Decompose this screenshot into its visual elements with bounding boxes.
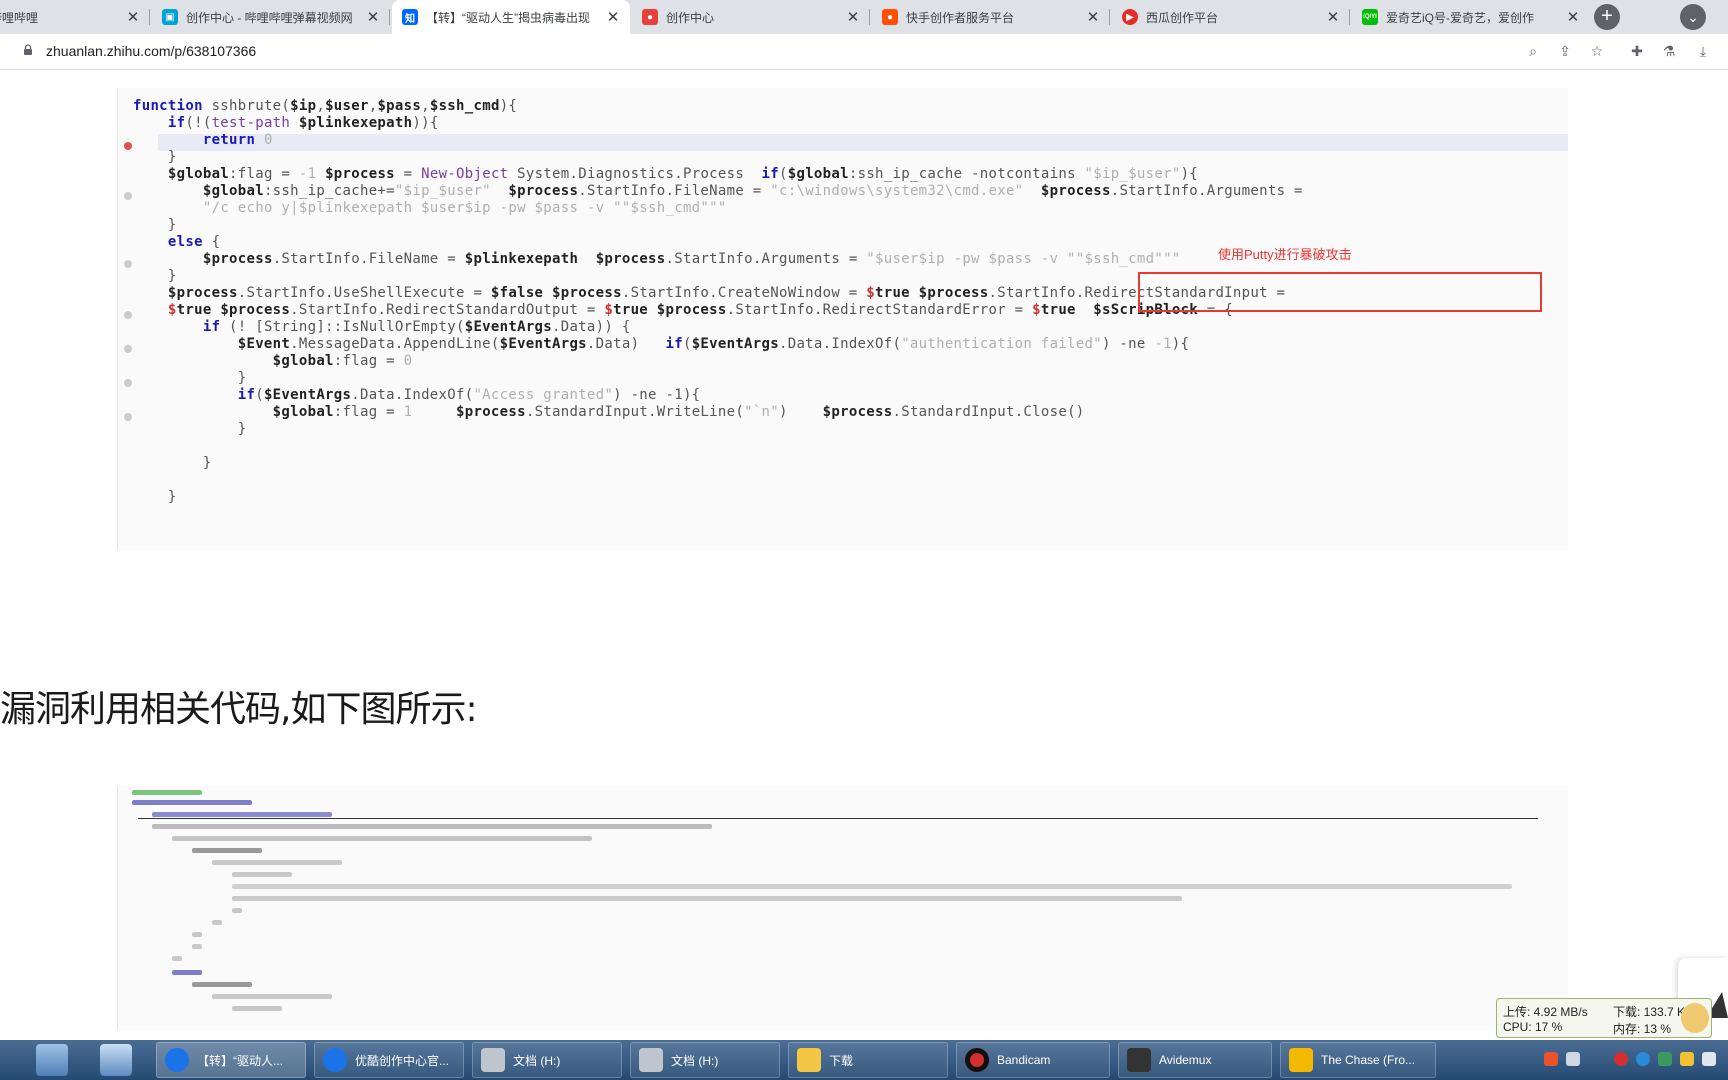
tab-youku-creator[interactable]: ● 创作中心 ✕ [632,0,870,34]
iqiyi-icon: iQIYI [1362,9,1378,25]
taskbar-button-label: Avidemux [1159,1053,1212,1067]
taskbar-button-avidemux[interactable]: Avidemux [1118,1042,1272,1078]
code-annotation-label: 使用Putty进行暴破攻击 [1218,247,1352,262]
kuaishou-icon: ● [882,9,898,25]
taskbar-button-label: 文档 (H:) [513,1053,561,1068]
taskbar-button-chrome-zhihu[interactable]: 【转】“驱动人... [156,1042,306,1078]
taskbar-button-label: 优酷创作中心官... [355,1053,450,1068]
memory-usage: 内存: 13 % [1613,1022,1672,1036]
tab-title: 哔哩哔哩 [0,10,39,25]
taskbar-button-explorer-h2[interactable]: 文档 (H:) [630,1042,780,1078]
tab-title: 西瓜创作平台 [1146,10,1219,25]
signal-icon[interactable] [1702,1052,1716,1066]
close-icon[interactable]: ✕ [1086,8,1100,26]
record-tray-icon[interactable] [1614,1052,1628,1066]
tab-bilibili-creator[interactable]: ▣ 创作中心 - 哔哩哔哩弹幕视频网 ✕ [152,0,390,34]
network-computer-icon[interactable] [100,1044,132,1076]
address-bar: zhuanlan.zhihu.com/p/638107366 ⌕ ⇪ ☆ ✚ ⚗… [0,34,1728,70]
taskbar-button-label: 文档 (H:) [671,1053,719,1068]
tab-zhihu-article[interactable]: 知 【转】“驱动人生”揭虫病毒出现 ✕ [392,0,630,34]
url-field[interactable]: zhuanlan.zhihu.com/p/638107366 [46,43,256,59]
mascot-icon [1681,1003,1709,1033]
antivirus-icon[interactable] [1680,1052,1694,1066]
close-icon[interactable]: ✕ [606,8,620,26]
close-icon[interactable]: ✕ [846,8,860,26]
taskbar-button-label: 下载 [829,1053,854,1068]
keyboard-icon[interactable] [1566,1052,1580,1066]
bilibili-tv-icon: ▣ [162,9,178,25]
cpu-usage: CPU: 17 % [1503,1020,1563,1034]
desktop-computer-icon[interactable] [36,1044,68,1076]
taskbar-button-label: The Chase (Fro... [1321,1053,1416,1067]
tab-bilibili[interactable]: 哔哩哔哩 ✕ [0,0,150,34]
sync-icon[interactable] [1658,1052,1672,1066]
download-icon[interactable]: ⤓ [1694,42,1712,60]
zhihu-icon: 知 [402,9,418,25]
record-icon [965,1048,989,1072]
lab-flask-icon[interactable]: ⚗ [1660,42,1678,60]
zoom-icon[interactable]: ⌕ [1524,42,1542,60]
clapperboard-icon [1127,1048,1151,1072]
tab-title: 创作中心 - 哔哩哔哩弹幕视频网 [186,10,353,25]
code-annotation-box [1138,272,1542,312]
taskbar-button-bandicam[interactable]: Bandicam [956,1042,1110,1078]
network-monitor-widget[interactable]: 上传: 4.92 MB/s 下载: 133.7 KB/s CPU: 17 % 内存:… [1496,998,1712,1038]
windows-taskbar: 【转】“驱动人... 优酷创作中心官... 文档 (H:) 文档 (H:) 下载… [0,1040,1728,1080]
code-screenshot-powershell: function sshbrute($ip,$user,$pass,$ssh_c… [117,88,1568,550]
tab-title: 【转】“驱动人生”揭虫病毒出现 [426,10,590,25]
lock-icon[interactable] [22,44,34,56]
shield-icon[interactable] [1636,1052,1650,1066]
taskbar-button-label: Bandicam [997,1053,1051,1067]
close-icon[interactable]: ✕ [1566,8,1580,26]
xigua-icon: ▶ [1122,9,1138,25]
player-icon [1289,1048,1313,1072]
tab-xigua-creator[interactable]: ▶ 西瓜创作平台 ✕ [1112,0,1350,34]
sogou-ime-icon[interactable] [1544,1052,1558,1066]
close-icon[interactable]: ✕ [366,8,380,26]
tab-title: 爱奇艺iQ号-爱奇艺，爱创作 [1386,10,1534,25]
upload-speed: 上传: 4.92 MB/s [1503,1005,1588,1019]
youku-icon: ● [642,9,658,25]
taskbar-button-downloads[interactable]: 下载 [788,1042,948,1078]
share-icon[interactable]: ⇪ [1556,42,1574,60]
tab-title: 创作中心 [666,10,715,25]
chrome-icon [165,1048,189,1072]
taskbar-button-label: 【转】“驱动人... [197,1053,283,1068]
chrome-icon [323,1048,347,1072]
drive-icon [481,1048,505,1072]
close-icon[interactable]: ✕ [126,8,140,26]
taskbar-button-chrome-youku[interactable]: 优酷创作中心官... [314,1042,464,1078]
article-heading: 漏洞利用相关代码,如下图所示: [0,689,478,730]
tab-kuaishou-creator[interactable]: ● 快手创作者服务平台 ✕ [872,0,1110,34]
browser-tabstrip: 哔哩哔哩 ✕ ▣ 创作中心 - 哔哩哔哩弹幕视频网 ✕ 知 【转】“驱动人生”揭… [0,0,1728,34]
drive-icon [639,1048,663,1072]
folder-icon [797,1048,821,1072]
code-screenshot-elasticsearch [117,786,1568,1030]
article-content: function sshbrute($ip,$user,$pass,$ssh_c… [0,70,1728,1030]
taskbar-button-player[interactable]: The Chase (Fro... [1280,1042,1436,1078]
bookmark-star-icon[interactable]: ☆ [1588,42,1606,60]
taskbar-button-explorer-h1[interactable]: 文档 (H:) [472,1042,622,1078]
tab-iqiyi-creator[interactable]: iQIYI 爱奇艺iQ号-爱奇艺，爱创作 ✕ [1352,0,1590,34]
new-tab-button[interactable]: + [1594,4,1620,30]
tab-title: 快手创作者服务平台 [906,10,1015,25]
tab-search-chevron-icon[interactable]: ⌄ [1680,4,1706,30]
extensions-puzzle-icon[interactable]: ✚ [1628,42,1646,60]
close-icon[interactable]: ✕ [1326,8,1340,26]
